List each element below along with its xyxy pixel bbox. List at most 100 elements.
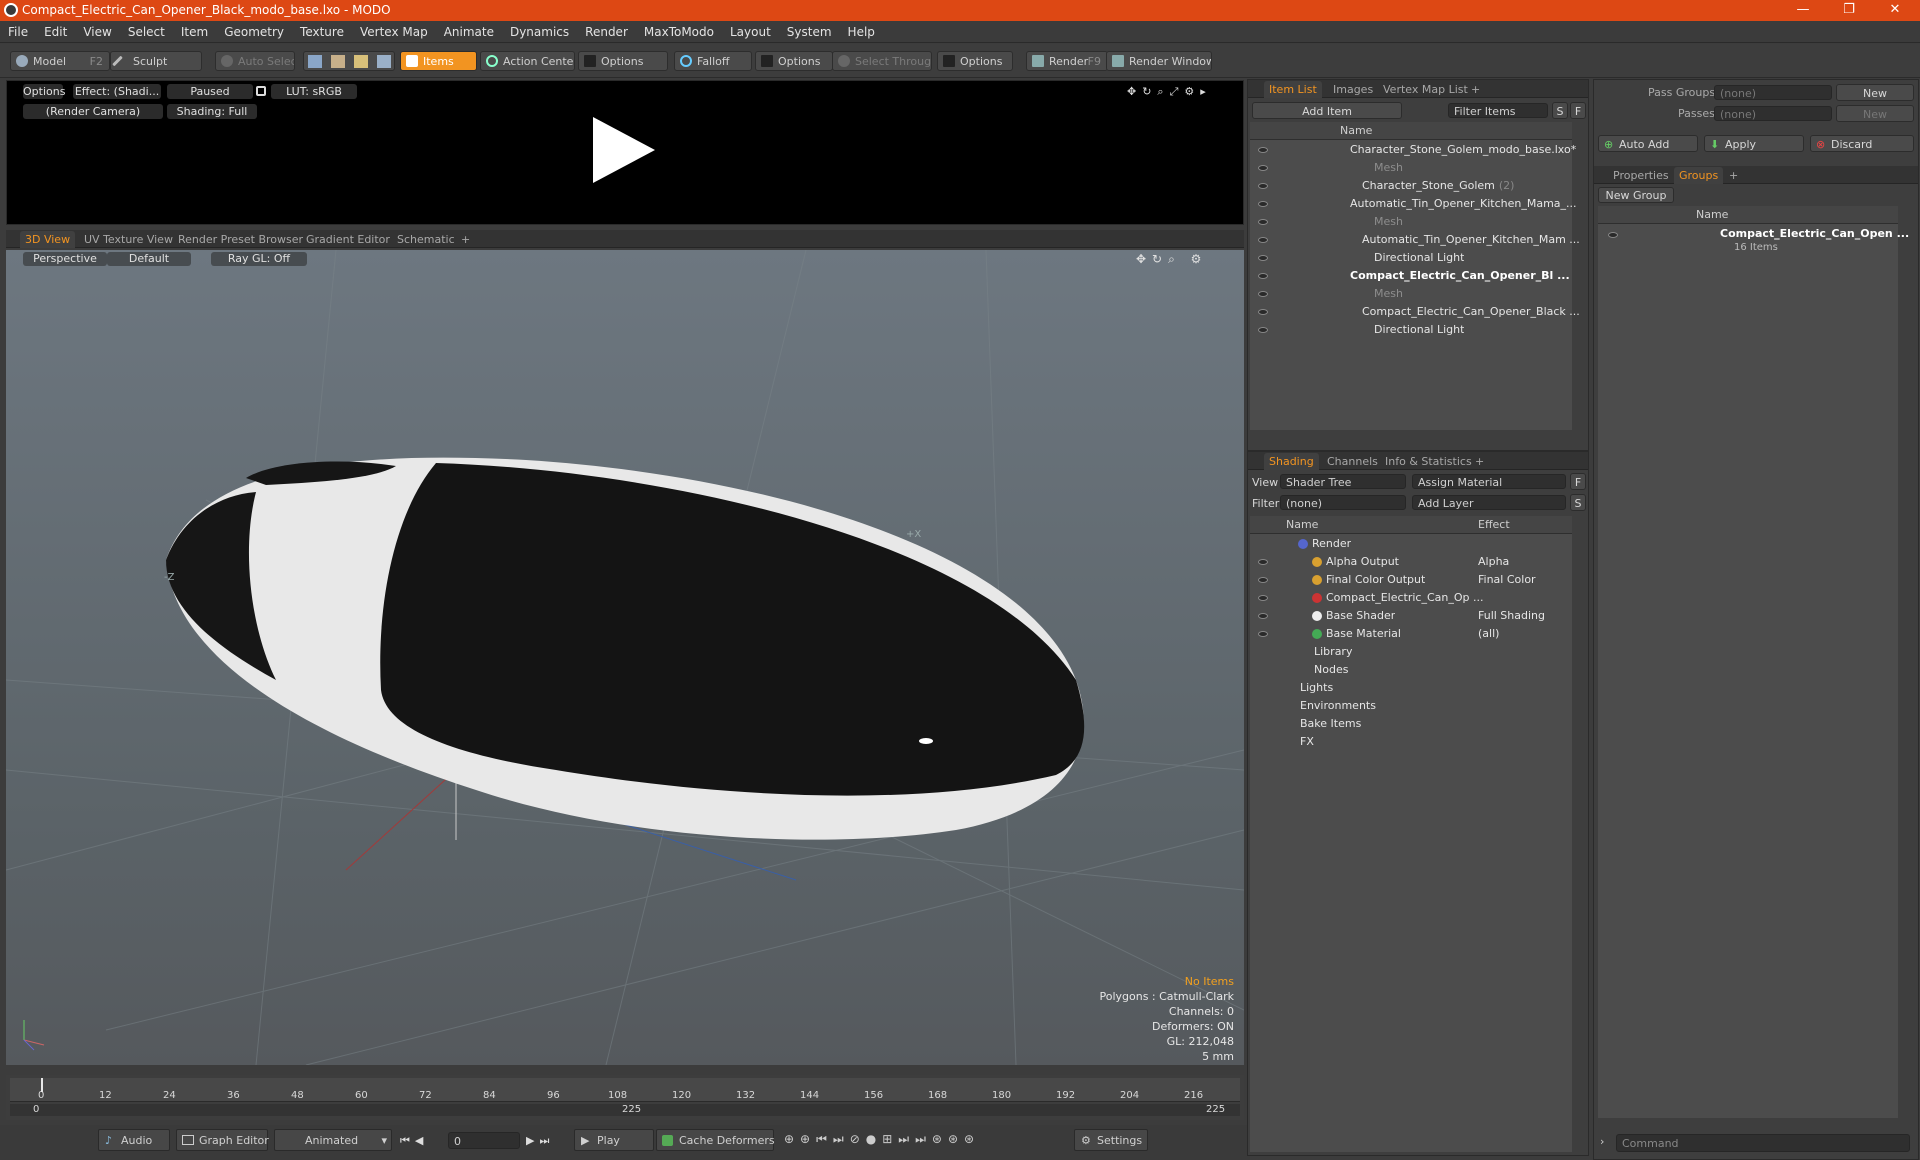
- range-bar[interactable]: 0 225 225: [10, 1104, 1240, 1116]
- skip-forward-icons[interactable]: ▶⏭: [526, 1134, 554, 1148]
- item-list-row[interactable]: Mesh: [1374, 285, 1403, 303]
- close-button[interactable]: ✕: [1872, 0, 1918, 21]
- polygons-mode-icon[interactable]: [354, 55, 368, 68]
- eye-icon[interactable]: [1258, 165, 1268, 171]
- shader-tree-row[interactable]: Environments: [1300, 697, 1376, 715]
- shader-tree[interactable]: Name Effect Render Alpha Output Alpha Final …: [1250, 516, 1572, 1152]
- new-pass-button[interactable]: New: [1836, 105, 1914, 122]
- menu-render[interactable]: Render: [577, 21, 636, 43]
- timeline-ruler[interactable]: 0 12 24 36 48 60 72 84 96 108 120 132 14…: [10, 1078, 1240, 1102]
- item-list-row[interactable]: Automatic_Tin_Opener_Kitchen_Mama_...: [1350, 195, 1577, 213]
- tab-vertex-map-list[interactable]: Vertex Map List: [1378, 81, 1473, 98]
- command-input[interactable]: Command: [1616, 1134, 1910, 1152]
- item-list-row[interactable]: Mesh: [1374, 213, 1403, 231]
- add-tab-button[interactable]: +: [1466, 81, 1485, 98]
- render-camera-dropdown[interactable]: (Render Camera): [23, 104, 163, 119]
- new-group-button[interactable]: New Group: [1598, 187, 1674, 203]
- add-tab-button[interactable]: +: [1470, 453, 1489, 470]
- menu-dynamics[interactable]: Dynamics: [502, 21, 577, 43]
- cache-deformers-button[interactable]: Cache Deformers: [656, 1129, 775, 1151]
- tab-properties[interactable]: Properties: [1608, 167, 1674, 184]
- menu-animate[interactable]: Animate: [436, 21, 502, 43]
- menu-vertex-map[interactable]: Vertex Map: [352, 21, 436, 43]
- eye-icon[interactable]: [1258, 237, 1268, 243]
- apply-button[interactable]: ⬇ Apply: [1704, 135, 1804, 152]
- edges-mode-icon[interactable]: [331, 55, 345, 68]
- shader-tree-row[interactable]: Compact_Electric_Can_Op ...: [1326, 589, 1484, 607]
- key-tools-icons[interactable]: ⊕⊕⏮⏭⊘●⊞⏭⏭⊛⊛⊛: [784, 1132, 980, 1147]
- effect-dropdown[interactable]: Final Color: [1478, 571, 1536, 589]
- item-list-row[interactable]: Directional Light: [1374, 249, 1464, 267]
- preview-nav-icons[interactable]: ✥↻⌕⤢⚙▸: [1127, 85, 1212, 99]
- restore-button[interactable]: ❐: [1826, 0, 1872, 21]
- tab-images[interactable]: Images: [1328, 81, 1378, 98]
- eye-icon[interactable]: [1258, 201, 1268, 207]
- eye-icon[interactable]: [1258, 595, 1268, 601]
- groups-tree[interactable]: Name Compact_Electric_Can_Open ... 16 It…: [1598, 206, 1909, 1118]
- auto-select-button[interactable]: Auto Select: [215, 51, 295, 71]
- play-button[interactable]: ▶ Play: [574, 1129, 654, 1151]
- menu-layout[interactable]: Layout: [722, 21, 779, 43]
- tab-render-preset-browser[interactable]: Render Preset Browser: [173, 231, 308, 248]
- shading-dropdown[interactable]: Shading: Full: [167, 104, 257, 119]
- menu-view[interactable]: View: [75, 21, 119, 43]
- sculpt-mode-button[interactable]: Sculpt: [110, 51, 202, 71]
- eye-icon[interactable]: [1258, 183, 1268, 189]
- select-through-options-button[interactable]: Options: [937, 51, 1013, 71]
- audio-button[interactable]: ♪ Audio: [98, 1129, 170, 1151]
- playhead[interactable]: [41, 1078, 43, 1092]
- shader-tree-row[interactable]: Bake Items: [1300, 715, 1361, 733]
- assign-material-dropdown[interactable]: Assign Material: [1412, 474, 1566, 489]
- menu-maxtomodo[interactable]: MaxToModo: [636, 21, 722, 43]
- menu-edit[interactable]: Edit: [36, 21, 75, 43]
- eye-icon[interactable]: [1258, 147, 1268, 153]
- item-list-row[interactable]: Mesh: [1374, 159, 1403, 177]
- shader-tree-row[interactable]: Render: [1312, 535, 1351, 553]
- action-center-button[interactable]: Action Center: [480, 51, 575, 71]
- 3d-viewport[interactable]: Perspective Default Ray GL: Off ✥↻⌕ ⚙ +X…: [6, 250, 1244, 1065]
- menu-help[interactable]: Help: [840, 21, 883, 43]
- filter-mode-button[interactable]: F: [1570, 102, 1586, 119]
- effect-dropdown[interactable]: Alpha: [1478, 553, 1509, 571]
- pass-groups-dropdown[interactable]: (none): [1714, 85, 1832, 100]
- add-item-dropdown[interactable]: Add Item: [1252, 102, 1402, 119]
- eye-icon[interactable]: [1258, 613, 1268, 619]
- menu-item[interactable]: Item: [173, 21, 216, 43]
- menu-system[interactable]: System: [779, 21, 840, 43]
- tab-gradient-editor[interactable]: Gradient Editor: [301, 231, 395, 248]
- item-list-row[interactable]: Directional Light: [1374, 321, 1464, 339]
- eye-icon[interactable]: [1258, 291, 1268, 297]
- item-list-row[interactable]: Automatic_Tin_Opener_Kitchen_Mam ...: [1362, 231, 1580, 249]
- add-tab-button[interactable]: +: [1724, 167, 1743, 184]
- menu-geometry[interactable]: Geometry: [216, 21, 292, 43]
- eye-icon[interactable]: [1258, 327, 1268, 333]
- selection-mode-icons[interactable]: [303, 51, 395, 71]
- eye-icon[interactable]: [1258, 309, 1268, 315]
- preview-effect-dropdown[interactable]: Effect: (Shadi...: [73, 84, 161, 99]
- item-tree[interactable]: Name Character_Stone_Golem_modo_base.lxo…: [1250, 122, 1580, 430]
- render-preview-panel[interactable]: Options Effect: (Shadi... Paused LUT: sR…: [6, 80, 1244, 225]
- effect-dropdown[interactable]: (all): [1478, 625, 1499, 643]
- materials-mode-icon[interactable]: [377, 55, 391, 68]
- timeline[interactable]: 0 12 24 36 48 60 72 84 96 108 120 132 14…: [6, 1075, 1244, 1120]
- menu-select[interactable]: Select: [120, 21, 173, 43]
- item-list-row[interactable]: Character_Stone_Golem_modo_base.lxo*: [1350, 141, 1576, 159]
- tab-schematic[interactable]: Schematic: [392, 231, 460, 248]
- new-pass-group-button[interactable]: New: [1836, 84, 1914, 101]
- eye-icon[interactable]: [1258, 559, 1268, 565]
- render-window-button[interactable]: Render Window: [1106, 51, 1212, 71]
- shading-s-button[interactable]: S: [1570, 494, 1586, 511]
- discard-button[interactable]: ⊗ Discard: [1810, 135, 1914, 152]
- play-icon[interactable]: [593, 117, 655, 183]
- animated-dropdown[interactable]: Animated ▾: [274, 1129, 392, 1151]
- preview-paused-button[interactable]: Paused: [167, 84, 253, 99]
- auto-add-button[interactable]: ⊕ Auto Add: [1598, 135, 1698, 152]
- eye-icon[interactable]: [1258, 255, 1268, 261]
- shader-tree-row[interactable]: FX: [1300, 733, 1314, 751]
- shader-tree-row[interactable]: Final Color Output: [1326, 571, 1425, 589]
- render-button[interactable]: Render F9: [1026, 51, 1108, 71]
- tab-item-list[interactable]: Item List: [1264, 81, 1322, 98]
- items-mode-button[interactable]: Items: [400, 51, 477, 71]
- filter-dropdown[interactable]: (none): [1280, 495, 1406, 510]
- filter-items-input[interactable]: Filter Items: [1448, 103, 1548, 118]
